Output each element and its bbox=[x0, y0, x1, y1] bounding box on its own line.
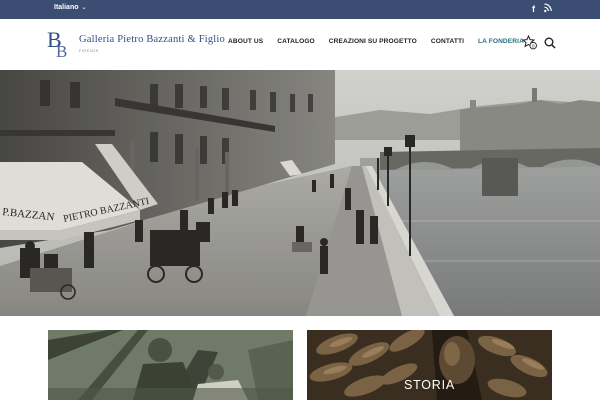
nav-about-us[interactable]: ABOUT US bbox=[228, 38, 263, 45]
hero-photo: P.BAZZAN PIETRO BAZZANTI bbox=[0, 70, 600, 316]
language-label: Italiano bbox=[54, 4, 79, 11]
search-icon[interactable] bbox=[544, 37, 556, 49]
brand-tagline: FIRENZE bbox=[79, 48, 99, 53]
tile-storia[interactable]: STORIA bbox=[307, 330, 552, 400]
brand-name[interactable]: Galleria Pietro Bazzanti & Figlio bbox=[79, 34, 225, 45]
svg-text:B: B bbox=[56, 42, 67, 58]
svg-text:0: 0 bbox=[532, 43, 535, 49]
nav-catalogo[interactable]: CATALOGO bbox=[277, 38, 315, 45]
nav-creazioni[interactable]: CREAZIONI SU PROGETTO bbox=[329, 38, 417, 45]
tile-archive-photo[interactable] bbox=[48, 330, 293, 400]
tile-label-storia: STORIA bbox=[403, 378, 456, 392]
site-header: B B Galleria Pietro Bazzanti & Figlio FI… bbox=[0, 19, 600, 70]
header-icons: 0 bbox=[522, 35, 556, 50]
nav-contatti[interactable]: CONTATTI bbox=[431, 38, 464, 45]
social-links: f bbox=[532, 3, 552, 16]
nav-la-fonderia[interactable]: LA FONDERIA bbox=[478, 38, 524, 45]
chevron-down-icon: ⌄ bbox=[81, 5, 87, 11]
logo-icon[interactable]: B B bbox=[47, 27, 79, 61]
top-bar: Italiano ⌄ f bbox=[0, 0, 600, 19]
language-selector[interactable]: Italiano ⌄ bbox=[54, 4, 87, 11]
main-nav: ABOUT US CATALOGO CREAZIONI SU PROGETTO … bbox=[228, 38, 538, 45]
rss-icon[interactable] bbox=[544, 3, 552, 16]
facebook-icon[interactable]: f bbox=[532, 3, 535, 16]
favorites-icon[interactable]: 0 bbox=[522, 35, 538, 50]
